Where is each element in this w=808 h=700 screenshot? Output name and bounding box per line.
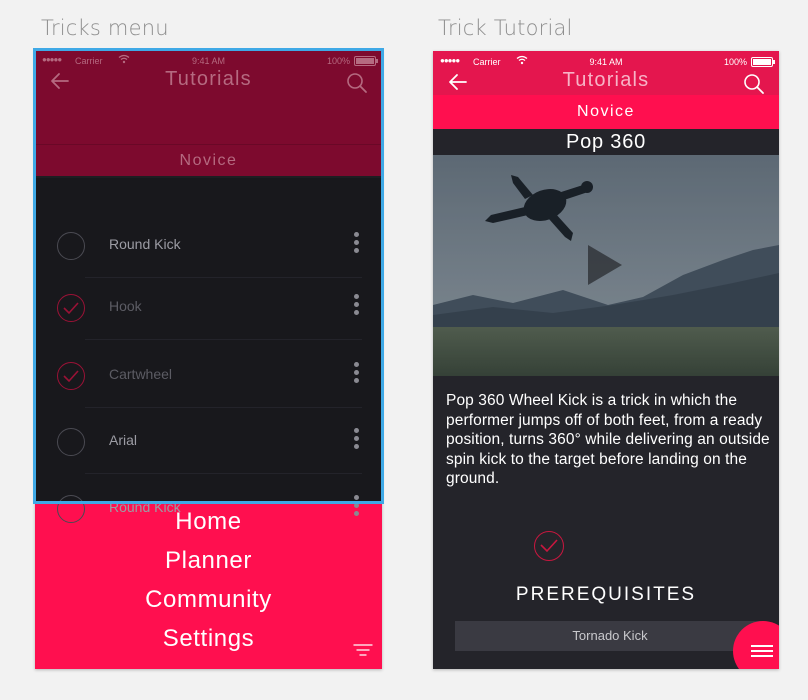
hamburger-icon-line [751, 650, 773, 652]
row-divider [85, 407, 362, 408]
trick-row[interactable]: Arial [35, 410, 382, 474]
trick-name: Hook [109, 298, 142, 314]
trick-row[interactable]: Cartwheel [35, 344, 382, 408]
tricks-menu-screen: ●●●●● Carrier 9:41 AM 100% Tutorials Nov… [35, 50, 382, 669]
battery-percent: 100% [723, 57, 747, 67]
more-vertical-icon[interactable] [354, 294, 360, 320]
trick-title: Pop 360 [565, 131, 647, 153]
trick-name: Round Kick [109, 236, 181, 252]
trick-name: Arial [109, 432, 138, 448]
play-icon[interactable] [585, 243, 625, 287]
trick-status-circle[interactable] [57, 232, 85, 260]
trick-name: Cartwheel [109, 366, 173, 382]
prerequisites-heading: PREREQUISITES [515, 584, 697, 605]
menu-item-settings[interactable]: Settings [35, 625, 382, 653]
nav-title: Tutorials [562, 69, 650, 91]
menu-item-planner[interactable]: Planner [35, 547, 382, 575]
row-divider [85, 473, 362, 474]
tutorial-video[interactable] [433, 155, 779, 376]
level-label: Novice [179, 152, 238, 169]
nav-bar: Tutorials [35, 68, 382, 108]
level-tab-novice[interactable]: Novice [433, 95, 779, 129]
tricks-list-panel: ●●●●● Carrier 9:41 AM 100% Tutorials Nov… [35, 50, 382, 523]
hamburger-icon-line [751, 655, 773, 657]
more-vertical-icon[interactable] [354, 428, 360, 454]
complete-toggle[interactable] [534, 531, 564, 561]
menu-item-community[interactable]: Community [35, 586, 382, 614]
row-divider [85, 339, 362, 340]
search-icon[interactable] [743, 73, 765, 95]
prerequisite-item[interactable]: Tornado Kick [455, 621, 765, 651]
checkmark-icon [63, 370, 79, 383]
status-bar: ●●●●● Carrier 9:41 AM 100% [35, 54, 382, 67]
trick-row[interactable]: Hook [35, 276, 382, 340]
header-bar: ●●●●● Carrier 9:41 AM 100% Tutorials [35, 50, 382, 144]
checkmark-icon [540, 539, 558, 553]
level-label: Novice [577, 103, 635, 120]
battery-icon [751, 57, 775, 67]
header-bar: ●●●●● Carrier 9:41 AM 100% Tutorials [433, 51, 779, 95]
trick-status-circle[interactable] [57, 428, 85, 456]
menu-item-home[interactable]: Home [35, 508, 382, 536]
artboard-label-trick-tutorial: Trick Tutorial [438, 16, 573, 40]
trick-row[interactable]: Round Kick [35, 214, 382, 278]
tricks-list: Round Kick Hook Cartwheel Arial Round Ki… [35, 178, 382, 523]
filter-icon[interactable] [353, 643, 373, 659]
search-icon[interactable] [346, 72, 368, 94]
hamburger-icon [751, 645, 773, 647]
battery-percent: 100% [326, 56, 350, 66]
checkmark-icon [63, 302, 79, 315]
trick-description: Pop 360 Wheel Kick is a trick in which t… [446, 392, 770, 487]
trick-tutorial-screen: ●●●●● Carrier 9:41 AM 100% Tutorials Nov… [433, 51, 779, 669]
battery-icon [354, 56, 378, 66]
level-tab-novice[interactable]: Novice [35, 144, 382, 176]
artboard-label-tricks-menu: Tricks menu [41, 16, 169, 40]
more-vertical-icon[interactable] [354, 362, 360, 388]
more-vertical-icon[interactable] [354, 232, 360, 258]
nav-title: Tutorials [165, 68, 252, 90]
status-bar: ●●●●● Carrier 9:41 AM 100% [433, 55, 779, 68]
